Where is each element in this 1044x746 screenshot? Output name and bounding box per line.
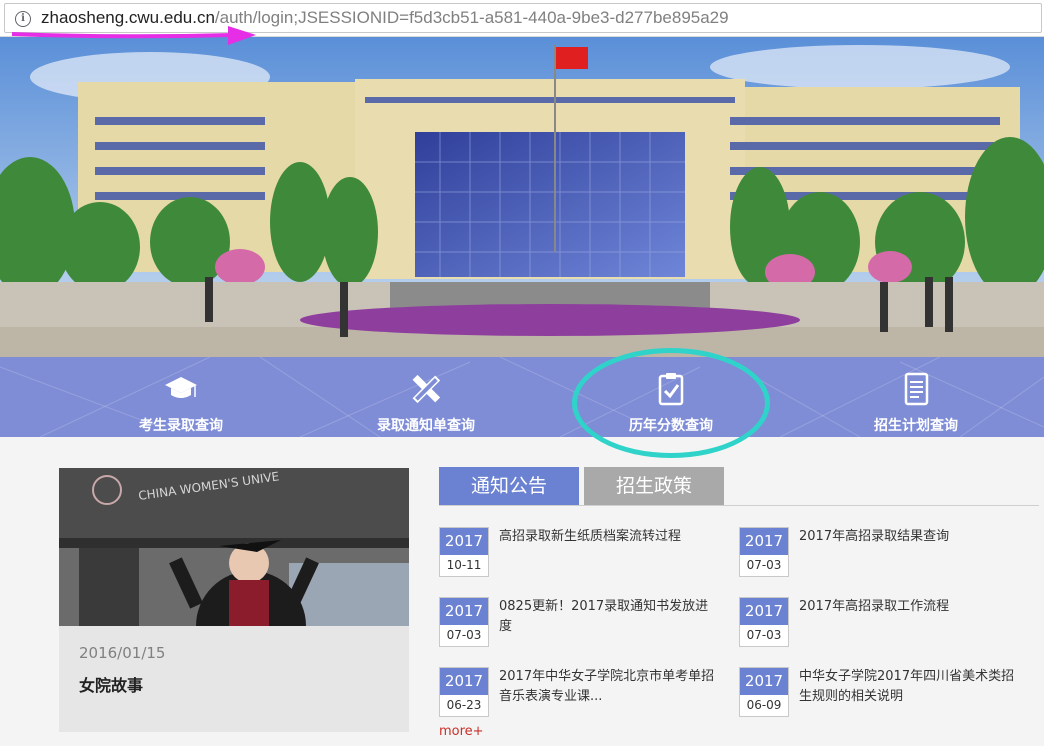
nav-item-label: 录取通知单查询 [377, 418, 475, 434]
news-item[interactable]: 2017 10-11 高招录取新生纸质档案流转过程 [439, 527, 729, 579]
news-link[interactable]: 0825更新！2017录取通知书发放进度 [499, 597, 719, 637]
tab-notices[interactable]: 通知公告 [439, 467, 579, 505]
graduation-cap-icon [165, 377, 197, 398]
date-badge: 2017 10-11 [439, 527, 489, 577]
news-tabs: 通知公告 招生政策 [439, 467, 1039, 507]
nav-item-notice-query[interactable]: 录取通知单查询 [336, 357, 516, 437]
highlight-circle-annotation [572, 348, 770, 458]
nav-item-label: 招生计划查询 [874, 418, 958, 434]
nav-item-label: 考生录取查询 [139, 418, 223, 434]
date-badge-year: 2017 [740, 668, 788, 695]
campus-banner-image [0, 37, 1044, 357]
news-link[interactable]: 2017年高招录取结果查询 [799, 527, 1019, 547]
date-badge: 2017 07-03 [739, 597, 789, 647]
tab-policies[interactable]: 招生政策 [584, 467, 724, 505]
annotation-arrow-icon [11, 26, 256, 45]
date-badge: 2017 07-03 [439, 597, 489, 647]
date-badge-year: 2017 [440, 528, 488, 555]
news-item[interactable]: 2017 06-09 中华女子学院2017年四川省美术类招生规则的相关说明 [739, 667, 1029, 719]
news-link[interactable]: 2017年中华女子学院北京市单考单招音乐表演专业课... [499, 667, 719, 707]
nav-item-admission-query[interactable]: 考生录取查询 [91, 357, 271, 437]
feature-date: 2016/01/15 [79, 644, 166, 662]
document-icon [904, 372, 929, 406]
news-item[interactable]: 2017 07-03 0825更新！2017录取通知书发放进度 [439, 597, 729, 649]
more-link[interactable]: more+ [439, 724, 484, 739]
date-badge-day: 06-09 [746, 698, 782, 712]
date-badge: 2017 06-23 [439, 667, 489, 717]
date-badge-day: 07-03 [446, 628, 482, 642]
date-badge-year: 2017 [440, 668, 488, 695]
nav-item-enrollment-plan[interactable]: 招生计划查询 [826, 357, 1006, 437]
date-badge: 2017 06-09 [739, 667, 789, 717]
news-link[interactable]: 高招录取新生纸质档案流转过程 [499, 527, 719, 547]
date-badge-year: 2017 [440, 598, 488, 625]
date-badge-day: 10-11 [446, 558, 482, 572]
quick-nav-bar: 考生录取查询 录取通知单查询 历年分数查询 招生计划查询 [0, 357, 1044, 437]
url-path: /auth/login;JSESSIONID=f5d3cb51-a581-440… [214, 8, 729, 27]
news-item[interactable]: 2017 07-03 2017年高招录取结果查询 [739, 527, 1029, 579]
date-badge-day: 07-03 [746, 558, 782, 572]
news-item[interactable]: 2017 06-23 2017年中华女子学院北京市单考单招音乐表演专业课... [439, 667, 729, 719]
date-badge-day: 06-23 [446, 698, 482, 712]
feature-card[interactable]: CHINA WOMEN'S UNIVE 2016/01/15 女院故事 [59, 468, 409, 732]
pencil-ruler-icon [412, 374, 441, 404]
news-link[interactable]: 中华女子学院2017年四川省美术类招生规则的相关说明 [799, 667, 1019, 707]
date-badge-year: 2017 [740, 598, 788, 625]
tabs-divider [439, 505, 1039, 506]
news-link[interactable]: 2017年高招录取工作流程 [799, 597, 1019, 617]
date-badge: 2017 07-03 [739, 527, 789, 577]
feature-photo: CHINA WOMEN'S UNIVE [59, 468, 409, 626]
date-badge-year: 2017 [740, 528, 788, 555]
date-badge-day: 07-03 [746, 628, 782, 642]
feature-title[interactable]: 女院故事 [79, 672, 143, 696]
news-item[interactable]: 2017 07-03 2017年高招录取工作流程 [739, 597, 1029, 649]
